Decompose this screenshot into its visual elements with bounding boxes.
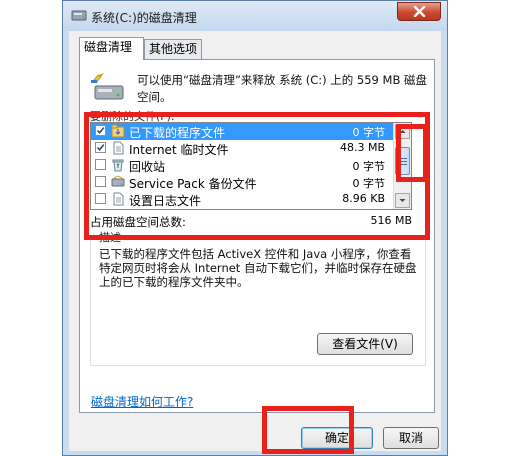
list-item-size: 8.96 KB	[342, 192, 385, 205]
file-list-scrollbar[interactable]	[393, 123, 411, 209]
tab-disk-cleanup[interactable]: 磁盘清理	[79, 37, 144, 60]
tab-more-options[interactable]: 其他选项	[144, 39, 202, 59]
how-disk-cleanup-works-link[interactable]: 磁盘清理如何工作?	[91, 393, 193, 410]
description-group: 描述 已下载的程序文件包括 ActiveX 控件和 Java 小程序，你查看特定…	[90, 229, 426, 366]
list-item-name: Internet 临时文件	[129, 143, 229, 157]
list-item[interactable]: Internet 临时文件 48.3 MB	[91, 140, 395, 157]
description-text: 已下载的程序文件包括 ActiveX 控件和 Java 小程序，你查看特定网页时…	[99, 247, 417, 289]
list-item[interactable]: Service Pack 备份文件 0 字节	[91, 174, 395, 191]
dialog-client-area: 磁盘清理 其他选项 可以使用“磁盘清理”来释放 系统 (C:) 上的 559 M…	[69, 31, 441, 451]
list-item-name: 回收站	[129, 160, 166, 174]
checkbox[interactable]	[95, 142, 106, 153]
checkbox[interactable]	[95, 176, 106, 187]
recycle-bin-icon	[112, 159, 124, 172]
list-item-name: 已下载的程序文件	[129, 126, 226, 140]
file-list[interactable]: 已下载的程序文件 0 字节 Internet 临时文件 48.3 MB 回收站 …	[90, 122, 412, 210]
list-item-size: 0 字节	[352, 126, 386, 139]
checkmark-icon	[96, 144, 105, 152]
disk-cleanup-icon	[91, 73, 124, 100]
list-item[interactable]: 回收站 0 字节	[91, 157, 395, 174]
list-item-size: 0 字节	[352, 177, 386, 190]
scroll-down-button[interactable]	[395, 193, 410, 208]
total-space-value: 516 MB	[370, 214, 412, 227]
scroll-up-button[interactable]	[395, 124, 410, 139]
space-summary-text: 可以使用“磁盘清理”来释放 系统 (C:) 上的 559 MB 磁盘空间。	[137, 73, 427, 104]
document-icon	[113, 192, 124, 206]
description-title: 描述	[97, 229, 123, 245]
list-item-size: 48.3 MB	[339, 141, 385, 154]
list-item[interactable]: 设置日志文件 8.96 KB	[91, 191, 395, 208]
arrow-down-icon	[399, 199, 406, 202]
checkbox[interactable]	[95, 125, 106, 136]
scroll-thumb[interactable]	[395, 147, 410, 175]
arrow-up-icon	[399, 130, 406, 133]
list-item-name: Service Pack 备份文件	[129, 177, 257, 191]
list-item[interactable]: 已下载的程序文件 0 字节	[91, 123, 395, 140]
thumb-grip-line	[400, 161, 407, 162]
document-icon	[113, 141, 124, 155]
folder-download-icon	[111, 124, 125, 138]
ok-button[interactable]: 确定	[301, 427, 373, 449]
checkbox[interactable]	[95, 159, 106, 170]
checkbox[interactable]	[95, 193, 106, 204]
title-bar[interactable]: 系统(C:)的磁盘清理	[63, 1, 447, 31]
checkmark-icon	[96, 127, 105, 135]
list-item-size: 0 字节	[352, 160, 386, 173]
cancel-button[interactable]: 取消	[383, 427, 439, 449]
window-title: 系统(C:)的磁盘清理	[91, 11, 197, 25]
disk-cleanup-window: 系统(C:)的磁盘清理 磁盘清理 其他选项 可以使用“磁盘清理”来释放 系统 (…	[62, 0, 448, 456]
close-button[interactable]	[397, 2, 441, 21]
total-space-label: 占用磁盘空间总数:	[90, 215, 186, 229]
close-icon	[413, 6, 426, 17]
disk-cleanup-app-icon	[71, 10, 87, 21]
backup-icon	[111, 175, 125, 187]
list-item-name: 设置日志文件	[129, 194, 202, 208]
thumb-grip-line	[400, 164, 407, 165]
disk-cleanup-panel: 可以使用“磁盘清理”来释放 系统 (C:) 上的 559 MB 磁盘空间。 要删…	[79, 59, 435, 413]
view-files-button[interactable]: 查看文件(V)	[317, 333, 413, 355]
thumb-grip-line	[400, 158, 407, 159]
